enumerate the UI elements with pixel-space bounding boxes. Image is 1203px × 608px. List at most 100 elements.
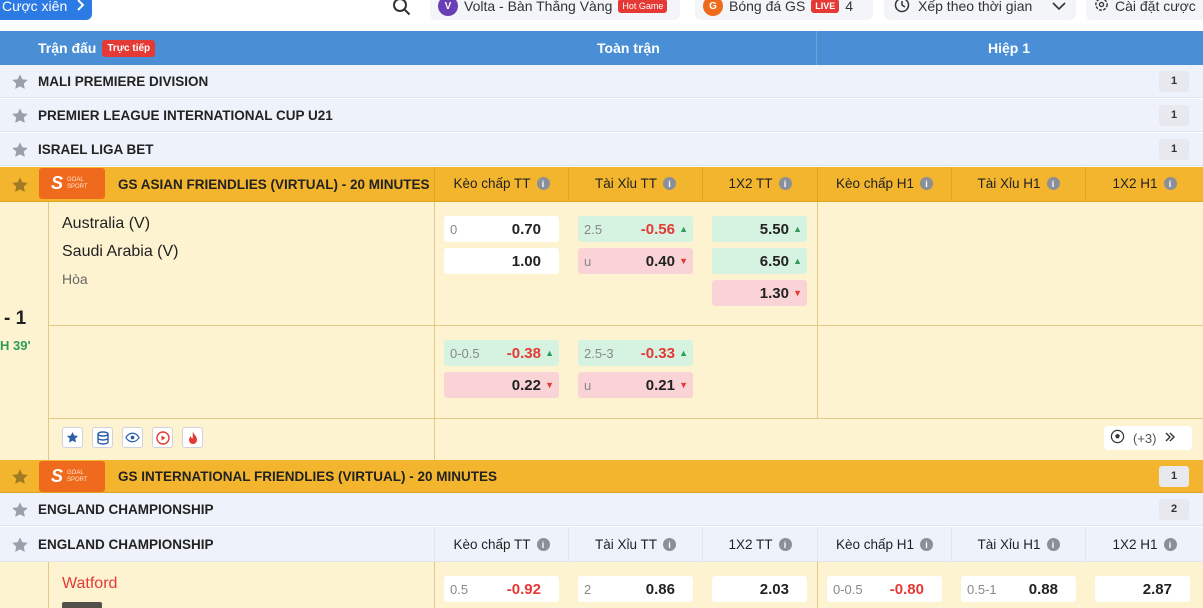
bet-settings-button[interactable]: Cài đặt cược	[1086, 0, 1203, 20]
col-header-hcap-ft: Kèo chấp TT i	[435, 527, 568, 562]
sort-dropdown[interactable]: Xếp theo thời gian	[884, 0, 1076, 20]
league-name: ENGLAND CHAMPIONSHIP	[38, 501, 214, 517]
odds-button[interactable]: 0-0.5 -0.38 ▲	[444, 340, 559, 366]
odds-value: -0.56	[640, 220, 675, 238]
league-row[interactable]: ISRAEL LIGA BET 1	[0, 133, 1203, 166]
match-time: H 39'	[0, 338, 31, 353]
col-label: Tài Xỉu H1	[977, 537, 1041, 552]
odds-value: 0.21	[645, 376, 675, 394]
col-label: Kèo chấp H1	[835, 537, 915, 552]
odds-button[interactable]: 2.03	[712, 576, 807, 602]
play-video-icon[interactable]	[152, 427, 173, 448]
col-label: 1X2 TT	[728, 176, 773, 191]
more-markets-button[interactable]: (+3)	[1104, 426, 1192, 450]
arrow-down-icon: ▼	[793, 288, 802, 298]
live-filter-badge[interactable]: Trực tiếp	[102, 39, 156, 57]
info-icon[interactable]: i	[536, 177, 550, 190]
logo-text: GOAL SPORT	[67, 177, 88, 191]
odds-button[interactable]: 0.5-1 0.88	[961, 576, 1076, 602]
fire-icon[interactable]	[182, 427, 203, 448]
star-icon[interactable]	[11, 141, 29, 159]
col-header-ou-h1: Tài Xỉu H1 i	[952, 527, 1085, 562]
favorite-star-icon[interactable]	[62, 427, 83, 448]
info-icon[interactable]: i	[920, 538, 934, 551]
league-row[interactable]: MALI PREMIERE DIVISION 1	[0, 65, 1203, 98]
odds-line: 0	[450, 221, 458, 237]
chevron-down-icon	[1052, 0, 1066, 14]
league-row[interactable]: S GOAL SPORT GS INTERNATIONAL FRIENDLIES …	[0, 460, 1203, 493]
star-icon[interactable]	[11, 107, 29, 125]
star-icon[interactable]	[11, 73, 29, 91]
odds-button[interactable]: 2.87	[1095, 576, 1190, 602]
odds-button[interactable]: 2.5-3 -0.33 ▲	[578, 340, 693, 366]
star-icon[interactable]	[11, 501, 29, 519]
volta-game-button[interactable]: V Volta - Bàn Thắng Vàng Hot Game	[430, 0, 680, 20]
more-markets-count: (+3)	[1133, 430, 1157, 446]
odds-button[interactable]: 2 0.86	[578, 576, 693, 602]
info-icon[interactable]: i	[1163, 538, 1177, 551]
league-name: PREMIER LEAGUE INTERNATIONAL CUP U21	[38, 107, 333, 123]
star-icon[interactable]	[11, 536, 29, 554]
league-row-expanded[interactable]: S GOAL SPORT GS ASIAN FRIENDLIES (VIRTUAL…	[0, 167, 1203, 202]
odds-button[interactable]: 0 0.70	[444, 216, 559, 242]
odds-value: 2.03	[759, 580, 789, 598]
info-icon[interactable]: i	[1046, 538, 1060, 551]
info-icon[interactable]: i	[778, 177, 792, 190]
odds-value: 5.50	[759, 220, 789, 238]
odds-line: 2.5	[584, 221, 603, 237]
info-icon[interactable]: i	[1163, 177, 1177, 190]
goal-sport-logo: S GOAL SPORT	[39, 461, 105, 492]
col-header-1x2-ft: 1X2 TT i	[703, 167, 817, 200]
odds-line: 0-0.5	[450, 345, 480, 361]
odds-button[interactable]: u 0.21 ▼	[578, 372, 693, 398]
odds-value: 2.87	[1142, 580, 1172, 598]
col-label: Kèo chấp TT	[453, 537, 531, 552]
col-header-ou-ft: Tài Xỉu TT i	[569, 527, 702, 562]
stats-database-icon[interactable]	[92, 427, 113, 448]
odds-button[interactable]: 1.00	[444, 248, 559, 274]
col-label: Tài Xỉu TT	[594, 176, 657, 191]
odds-button[interactable]: 5.50 ▲	[712, 216, 807, 242]
col-label: 1X2 H1	[1112, 176, 1158, 191]
logo-mark: S	[51, 173, 64, 193]
score: - 1	[4, 308, 27, 329]
search-icon[interactable]	[392, 0, 412, 17]
info-icon[interactable]: i	[1046, 177, 1060, 190]
col-header-1x2-ft: 1X2 TT i	[703, 527, 817, 562]
match-count-badge: 1	[1159, 138, 1189, 160]
info-icon[interactable]: i	[663, 177, 676, 190]
volta-icon: V	[438, 0, 458, 16]
league-name: ENGLAND CHAMPIONSHIP	[38, 536, 214, 552]
col-header-1x2-h1: 1X2 H1 i	[1086, 527, 1203, 562]
parlay-button[interactable]: Cược xiên	[0, 0, 92, 20]
divider	[434, 418, 435, 460]
odds-button[interactable]: 0.22 ▼	[444, 372, 559, 398]
logo-mark: S	[51, 466, 64, 486]
odds-line: u	[584, 253, 592, 269]
chevron-right-icon	[75, 0, 85, 14]
odds-value: -0.92	[506, 580, 541, 598]
odds-button[interactable]: 0.5 -0.92	[444, 576, 559, 602]
info-icon[interactable]: i	[536, 538, 550, 551]
odds-button[interactable]: 0-0.5 -0.80	[827, 576, 942, 602]
col-header-hcap-h1: Kèo chấp H1 i	[818, 527, 951, 562]
info-icon[interactable]: i	[663, 538, 676, 551]
gs-football-label: Bóng đá GS	[729, 0, 806, 14]
info-icon[interactable]: i	[920, 177, 934, 190]
odds-button[interactable]: 2.5 -0.56 ▲	[578, 216, 693, 242]
league-row-expanded[interactable]: ENGLAND CHAMPIONSHIP Kèo chấp TT i Tài Xỉ…	[0, 527, 1203, 562]
match-count-badge: 1	[1159, 70, 1189, 92]
star-icon[interactable]	[11, 468, 29, 486]
star-icon[interactable]	[11, 176, 29, 194]
league-row[interactable]: ENGLAND CHAMPIONSHIP 2	[0, 493, 1203, 526]
gs-football-button[interactable]: G Bóng đá GS LIVE 4	[695, 0, 873, 20]
league-row[interactable]: PREMIER LEAGUE INTERNATIONAL CUP U21 1	[0, 99, 1203, 132]
odds-button[interactable]: 6.50 ▲	[712, 248, 807, 274]
odds-value: 0.70	[511, 220, 541, 238]
odds-button[interactable]: 1.30 ▼	[712, 280, 807, 306]
info-icon[interactable]: i	[778, 538, 792, 551]
eye-icon[interactable]	[122, 427, 143, 448]
match-count-badge: 1	[1159, 465, 1189, 487]
odds-button[interactable]: u 0.40 ▼	[578, 248, 693, 274]
odds-line: 0.5	[450, 581, 469, 597]
